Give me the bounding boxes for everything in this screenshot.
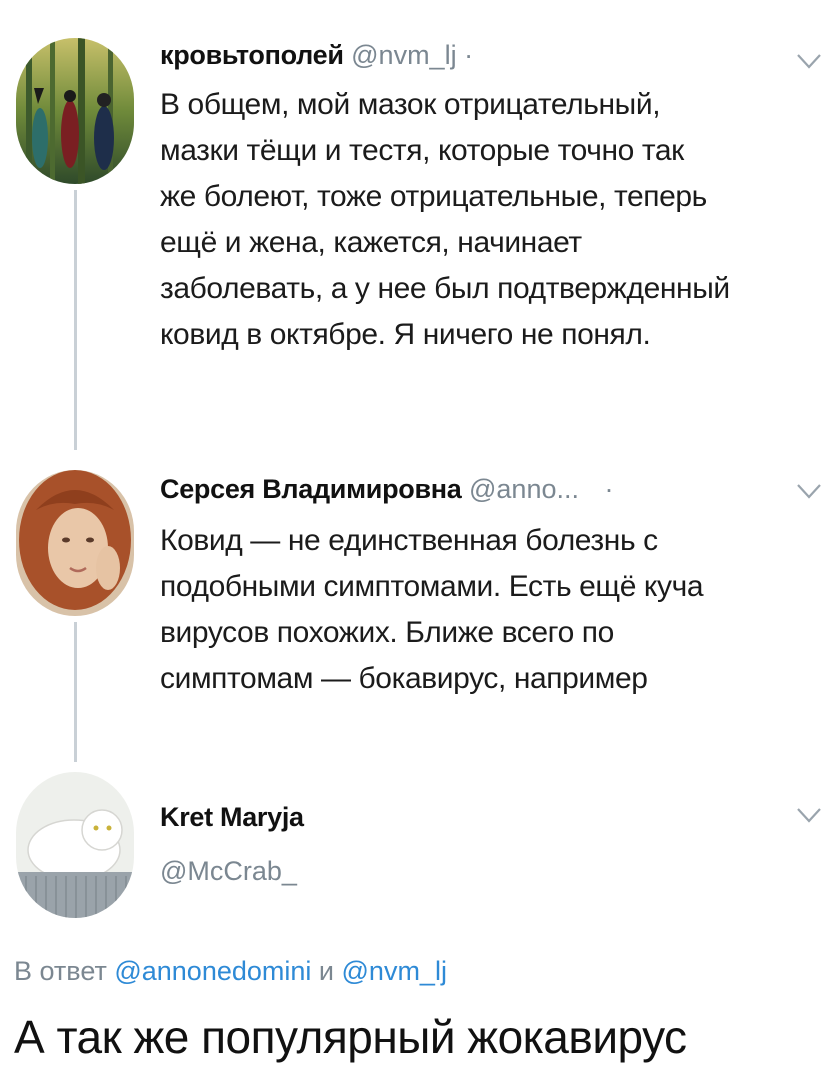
- tweet-text-line: мазки тёщи и тестя, которые точно так: [160, 134, 684, 167]
- avatar-forest-image: [16, 38, 134, 184]
- avatar-cat-image: [16, 772, 134, 918]
- avatar-portrait-image: [16, 470, 134, 616]
- tweet-header: Серсея Владимировна @anno... ·: [160, 474, 614, 505]
- separator-dot: ·: [464, 40, 474, 70]
- tweet-text-line: В общем, мой мазок отрицательный,: [160, 88, 661, 121]
- avatar[interactable]: [16, 470, 134, 616]
- tweet-text-line: подобными симптомами. Есть ещё куча: [160, 570, 704, 603]
- avatar[interactable]: [16, 38, 134, 184]
- tweet-text-line: Ковид — не единственная болезнь с: [160, 524, 658, 557]
- chevron-down-icon[interactable]: [796, 52, 822, 70]
- tweet-body: Ковид — не единственная болезнь с подобн…: [160, 518, 704, 702]
- separator-dot: ·: [604, 474, 614, 504]
- tweet-text-line: симптомам — бокавирус, например: [160, 662, 648, 695]
- tweet-text-line: вирусов похожих. Ближе всего по: [160, 616, 614, 649]
- thread-line-1: [74, 190, 77, 450]
- tweet-text-line: же болеют, тоже отрицательные, теперь: [160, 180, 707, 213]
- reply-prefix: В ответ: [14, 956, 107, 986]
- chevron-down-icon[interactable]: [796, 482, 822, 500]
- author-handle[interactable]: @anno...: [469, 474, 579, 504]
- reply-mention-link[interactable]: @nvm_lj: [342, 956, 447, 986]
- tweet-body: В общем, мой мазок отрицательный, мазки …: [160, 82, 730, 358]
- tweet-text-line: ковид в октябре. Я ничего не понял.: [160, 318, 651, 351]
- reply-mention-link[interactable]: @annonedomini: [114, 956, 311, 986]
- author-handle[interactable]: @McCrab_: [160, 856, 297, 886]
- author-name[interactable]: кровьтополей: [160, 40, 344, 70]
- reply-conjunction: и: [318, 956, 334, 986]
- author-handle[interactable]: @nvm_lj: [351, 40, 456, 70]
- author-name[interactable]: Серсея Владимировна: [160, 474, 462, 504]
- tweet-header: Kret Maryja: [160, 802, 304, 833]
- tweet-text-line: заболевать, а у нее был подтвержденный: [160, 272, 730, 305]
- main-tweet-text: А так же популярный жокавирус: [14, 1011, 687, 1063]
- tweet-header: @McCrab_: [160, 856, 297, 887]
- reply-to-line: В ответ @annonedomini и @nvm_lj: [14, 956, 447, 987]
- thread-line-2: [74, 622, 77, 762]
- avatar[interactable]: [16, 772, 134, 918]
- author-name[interactable]: Kret Maryja: [160, 802, 304, 832]
- tweet-header: кровьтополей @nvm_lj ·: [160, 40, 473, 71]
- chevron-down-icon[interactable]: [796, 806, 822, 824]
- tweet-text-line: ещё и жена, кажется, начинает: [160, 226, 582, 259]
